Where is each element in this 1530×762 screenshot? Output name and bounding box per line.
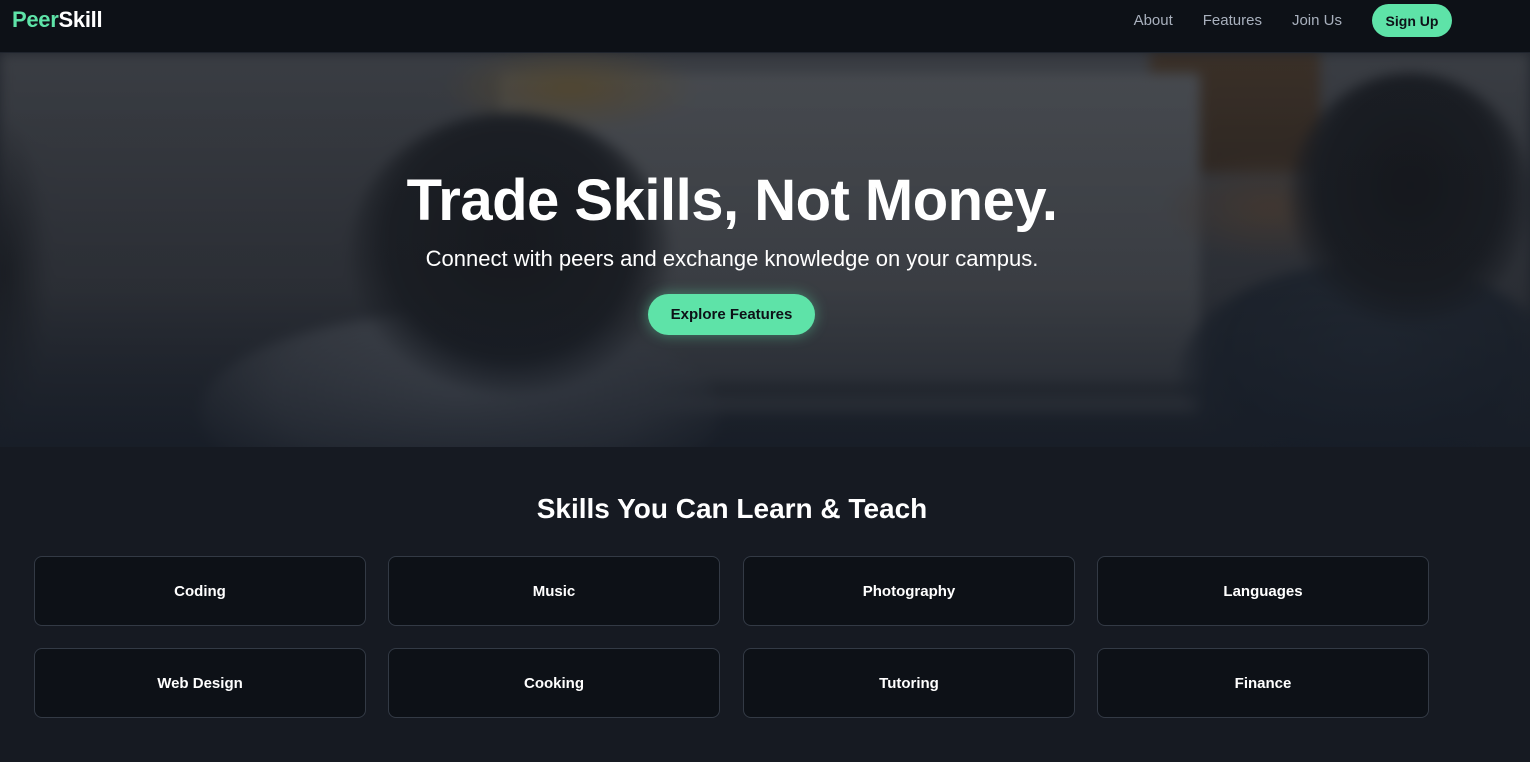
navbar: PeerSkill About Features Join Us Sign Up: [0, 0, 1530, 53]
hero-section: Trade Skills, Not Money. Connect with pe…: [0, 53, 1530, 447]
skills-section: Skills You Can Learn & Teach Coding Musi…: [0, 447, 1530, 762]
hero-subtitle: Connect with peers and exchange knowledg…: [425, 246, 1039, 271]
logo-rest-text: Skill: [58, 7, 103, 32]
hero-title: Trade Skills, Not Money.: [406, 168, 1058, 233]
logo[interactable]: PeerSkill: [12, 6, 103, 34]
skill-card-cooking[interactable]: Cooking: [388, 648, 720, 718]
explore-features-button[interactable]: Explore Features: [648, 294, 815, 335]
nav-links: About Features Join Us Sign Up: [1134, 4, 1452, 37]
nav-link-join-us[interactable]: Join Us: [1292, 12, 1342, 29]
skill-card-photography[interactable]: Photography: [743, 556, 1075, 626]
skill-card-tutoring[interactable]: Tutoring: [743, 648, 1075, 718]
sign-up-button[interactable]: Sign Up: [1372, 4, 1452, 37]
skill-card-music[interactable]: Music: [388, 556, 720, 626]
nav-link-features[interactable]: Features: [1203, 12, 1262, 29]
logo-accent-text: Peer: [12, 7, 59, 32]
skill-card-finance[interactable]: Finance: [1097, 648, 1429, 718]
nav-link-about[interactable]: About: [1134, 12, 1173, 29]
skill-card-languages[interactable]: Languages: [1097, 556, 1429, 626]
skills-section-title: Skills You Can Learn & Teach: [536, 493, 928, 524]
skill-card-coding[interactable]: Coding: [34, 556, 366, 626]
skill-card-web-design[interactable]: Web Design: [34, 648, 366, 718]
